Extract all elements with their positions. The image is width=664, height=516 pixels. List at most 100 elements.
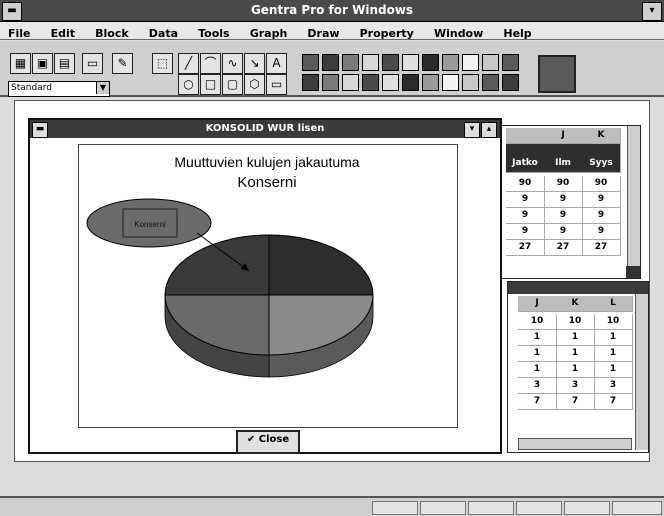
color-swatch[interactable] bbox=[322, 74, 339, 91]
rectangle-icon[interactable]: □ bbox=[200, 74, 221, 95]
window-title-bar[interactable] bbox=[508, 282, 648, 294]
color-swatch[interactable] bbox=[402, 54, 419, 71]
table-cell[interactable]: 7 bbox=[556, 394, 595, 410]
grid-icon[interactable]: ▤ bbox=[54, 53, 75, 74]
curve-icon[interactable]: ∿ bbox=[222, 53, 243, 74]
table-header-cell[interactable]: Jatko bbox=[506, 144, 545, 173]
polyline-icon[interactable]: ⌒ bbox=[200, 53, 221, 74]
table-cell[interactable]: 9 bbox=[544, 192, 583, 208]
color-swatch[interactable] bbox=[422, 74, 439, 91]
table-cell[interactable]: 1 bbox=[518, 330, 557, 346]
table-cell[interactable]: 3 bbox=[518, 378, 557, 394]
table-cell[interactable]: 7 bbox=[594, 394, 633, 410]
table-cell[interactable]: 9 bbox=[506, 224, 545, 240]
color-swatch[interactable] bbox=[442, 54, 459, 71]
color-swatch[interactable] bbox=[422, 54, 439, 71]
table-header-cell[interactable]: Ilm bbox=[544, 144, 583, 173]
menu-block[interactable]: Block bbox=[87, 25, 136, 40]
open-icon[interactable]: ▣ bbox=[32, 53, 53, 74]
column-header[interactable]: J bbox=[518, 296, 557, 312]
color-swatch[interactable] bbox=[362, 74, 379, 91]
color-swatch[interactable] bbox=[342, 74, 359, 91]
scroll-down-icon[interactable] bbox=[626, 266, 640, 278]
close-button[interactable]: ✔ Close bbox=[236, 430, 300, 454]
chevron-down-icon[interactable]: ▼ bbox=[96, 82, 109, 94]
text-tool-icon[interactable]: A bbox=[266, 53, 287, 74]
column-header[interactable]: K bbox=[582, 128, 621, 144]
table-cell[interactable]: 9 bbox=[582, 208, 621, 224]
column-header[interactable]: J bbox=[544, 128, 583, 144]
table-cell[interactable]: 1 bbox=[594, 362, 633, 378]
color-swatch[interactable] bbox=[402, 74, 419, 91]
table-cell[interactable]: 3 bbox=[594, 378, 633, 394]
current-color-indicator[interactable] bbox=[538, 55, 576, 93]
menu-window[interactable]: Window bbox=[426, 25, 490, 40]
vertical-scrollbar[interactable] bbox=[627, 126, 640, 276]
pie-slice[interactable] bbox=[268, 234, 374, 296]
new-icon[interactable]: ▦ bbox=[10, 53, 31, 74]
color-swatch[interactable] bbox=[482, 54, 499, 71]
table-cell[interactable]: 1 bbox=[556, 362, 595, 378]
column-header[interactable] bbox=[506, 128, 545, 144]
table-cell[interactable]: 9 bbox=[544, 208, 583, 224]
table-header-cell[interactable]: Syys bbox=[582, 144, 621, 173]
color-swatch[interactable] bbox=[362, 54, 379, 71]
polygon-icon[interactable]: ⬡ bbox=[244, 74, 265, 95]
color-swatch[interactable] bbox=[382, 54, 399, 71]
ellipse-icon[interactable]: ○ bbox=[178, 74, 199, 95]
color-swatch[interactable] bbox=[342, 54, 359, 71]
horizontal-scrollbar[interactable] bbox=[518, 438, 632, 450]
table-cell[interactable]: 27 bbox=[582, 240, 621, 256]
line-icon[interactable]: ╱ bbox=[178, 53, 199, 74]
column-header[interactable]: K bbox=[556, 296, 595, 312]
color-swatch[interactable] bbox=[462, 74, 479, 91]
table-cell[interactable]: 1 bbox=[594, 346, 633, 362]
table-cell[interactable]: 9 bbox=[506, 208, 545, 224]
table-cell[interactable]: 1 bbox=[518, 346, 557, 362]
color-swatch[interactable] bbox=[502, 54, 519, 71]
pie-chart[interactable]: Muuttuvien kulujen jakautuma Konserni Ko… bbox=[78, 144, 458, 428]
table-cell[interactable]: 9 bbox=[506, 192, 545, 208]
window-menu-icon[interactable]: ▬ bbox=[32, 122, 48, 138]
menu-draw[interactable]: Draw bbox=[299, 25, 346, 40]
table-cell[interactable]: 27 bbox=[506, 240, 545, 256]
table-cell[interactable]: 90 bbox=[506, 176, 545, 192]
color-swatch[interactable] bbox=[322, 54, 339, 71]
table-cell[interactable]: 7 bbox=[518, 394, 557, 410]
table-cell[interactable]: 10 bbox=[518, 314, 557, 330]
pen-icon[interactable]: ✎ bbox=[112, 53, 133, 74]
color-swatch[interactable] bbox=[502, 74, 519, 91]
table-cell[interactable]: 90 bbox=[544, 176, 583, 192]
table-cell[interactable]: 10 bbox=[594, 314, 633, 330]
table-cell[interactable]: 90 bbox=[582, 176, 621, 192]
color-swatch[interactable] bbox=[482, 74, 499, 91]
vertical-scrollbar[interactable] bbox=[635, 294, 648, 450]
table-cell[interactable]: 9 bbox=[582, 224, 621, 240]
menu-tools[interactable]: Tools bbox=[190, 25, 236, 40]
table-cell[interactable]: 1 bbox=[556, 346, 595, 362]
maximize-icon[interactable]: ▴ bbox=[481, 122, 497, 138]
frame-icon[interactable]: ▭ bbox=[266, 74, 287, 95]
select-icon[interactable]: ⬚ bbox=[152, 53, 173, 74]
table-cell[interactable]: 9 bbox=[544, 224, 583, 240]
minimize-icon[interactable]: ▾ bbox=[642, 2, 662, 21]
table-cell[interactable]: 1 bbox=[594, 330, 633, 346]
menu-property[interactable]: Property bbox=[352, 25, 421, 40]
table-cell[interactable]: 27 bbox=[544, 240, 583, 256]
table-cell[interactable]: 10 bbox=[556, 314, 595, 330]
chart-window-title-bar[interactable]: KONSOLID WUR lisen bbox=[30, 120, 500, 138]
menu-data[interactable]: Data bbox=[141, 25, 185, 40]
color-swatch[interactable] bbox=[382, 74, 399, 91]
color-swatch[interactable] bbox=[442, 74, 459, 91]
column-header[interactable]: L bbox=[594, 296, 633, 312]
color-swatch[interactable] bbox=[302, 54, 319, 71]
table-cell[interactable]: 9 bbox=[582, 192, 621, 208]
menu-file[interactable]: File bbox=[0, 25, 38, 40]
print-icon[interactable]: ▭ bbox=[82, 53, 103, 74]
menu-graph[interactable]: Graph bbox=[242, 25, 295, 40]
rounded-rect-icon[interactable]: ▢ bbox=[222, 74, 243, 95]
menu-edit[interactable]: Edit bbox=[43, 25, 82, 40]
arrow-tool-icon[interactable]: ↘ bbox=[244, 53, 265, 74]
color-swatch[interactable] bbox=[462, 54, 479, 71]
minimize-icon[interactable]: ▾ bbox=[464, 122, 480, 138]
